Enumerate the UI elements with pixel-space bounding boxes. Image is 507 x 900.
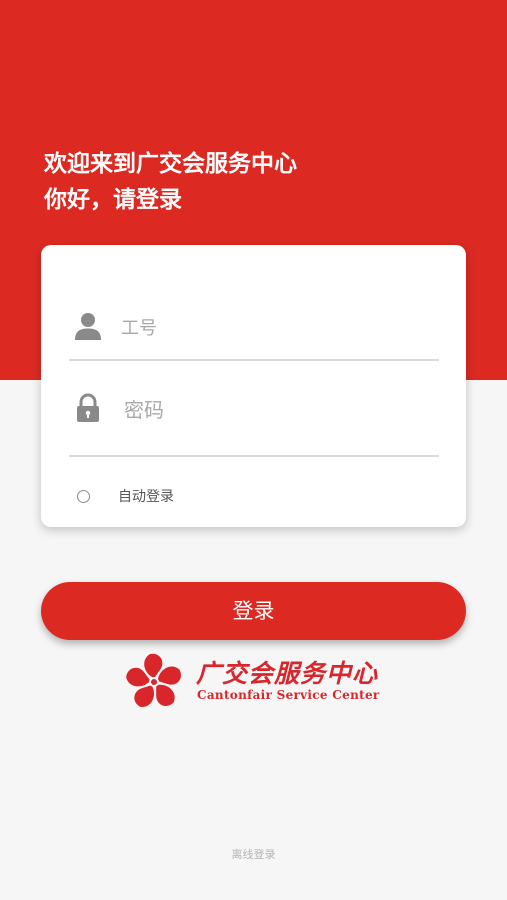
password-field (69, 385, 439, 457)
auto-login-radio[interactable] (77, 489, 90, 503)
auto-login-option[interactable]: 自动登录 (77, 485, 174, 507)
brand-name-cn: 广交会服务中心 (196, 659, 379, 688)
canton-fair-flower-logo (126, 653, 181, 708)
login-button[interactable]: 登录 (41, 582, 466, 640)
brand-name-en: Cantonfair Service Center (197, 688, 380, 702)
auto-login-label: 自动登录 (118, 489, 174, 505)
lock-icon (77, 393, 99, 422)
welcome-title: 欢迎来到广交会服务中心 (44, 151, 297, 177)
greeting: 欢迎来到广交会服务中心 你好，请登录 (44, 146, 297, 218)
employee-id-field (69, 307, 439, 361)
greeting-subtitle: 你好，请登录 (44, 187, 182, 213)
brand-logo: 广交会服务中心 Cantonfair Service Center (124, 648, 386, 712)
user-icon (75, 313, 101, 340)
offline-login-link[interactable]: 离线登录 (0, 846, 507, 862)
employee-id-input[interactable] (121, 315, 421, 341)
password-input[interactable] (124, 395, 424, 425)
login-card: 自动登录 (41, 245, 466, 527)
